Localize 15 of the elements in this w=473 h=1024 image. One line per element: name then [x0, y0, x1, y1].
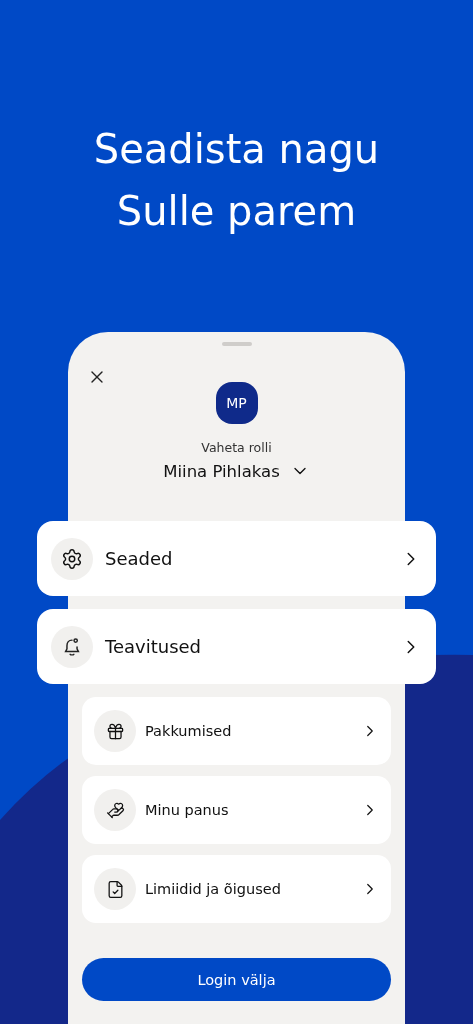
- menu-item[interactable]: Limiidid ja õigused: [82, 855, 391, 923]
- headline: Seadista nagu: [93, 125, 380, 174]
- headline: Sulle parem: [115, 187, 358, 236]
- drag-handle[interactable]: [221, 342, 252, 346]
- logout-button[interactable]: Login välja: [82, 958, 391, 1001]
- menu-item[interactable]: Seaded: [37, 521, 436, 596]
- menu-item[interactable]: Teavitused: [37, 609, 436, 684]
- avatar: MP: [215, 382, 258, 424]
- gear-icon: [61, 547, 83, 570]
- switch-role-label: Vaheta rolli: [200, 440, 273, 455]
- menu-item[interactable]: Minu panus: [82, 776, 391, 844]
- gift-icon: [105, 721, 125, 741]
- hand-heart-icon: [105, 800, 125, 820]
- role-selector[interactable]: Miina Pihlakas: [163, 461, 310, 481]
- menu-item[interactable]: Pakkumised: [82, 697, 391, 765]
